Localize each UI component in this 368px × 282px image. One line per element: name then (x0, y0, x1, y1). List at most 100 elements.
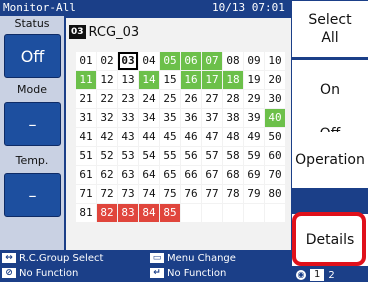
unit-cell[interactable]: 35 (160, 109, 180, 127)
unit-cell[interactable]: 63 (118, 166, 138, 184)
unit-cell[interactable]: 52 (97, 147, 117, 165)
temp-button[interactable]: – (4, 173, 61, 217)
unit-cell[interactable]: 85 (160, 204, 180, 222)
unit-cell[interactable]: 17 (202, 71, 222, 89)
unit-cell[interactable]: 32 (97, 109, 117, 127)
unit-cell[interactable]: 45 (160, 128, 180, 146)
unit-cell[interactable]: 76 (181, 185, 201, 203)
unit-cell[interactable]: 80 (265, 185, 285, 203)
status-button[interactable]: Off (4, 34, 61, 78)
unit-cell[interactable]: 79 (244, 185, 264, 203)
unit-cell[interactable]: 13 (118, 71, 138, 89)
unit-cell[interactable]: 04 (139, 52, 159, 70)
page-other[interactable]: 2 (328, 270, 334, 281)
unit-cell[interactable]: 06 (181, 52, 201, 70)
unit-cell[interactable]: 03 (118, 52, 138, 70)
unit-cell[interactable]: 83 (118, 204, 138, 222)
unit-cell[interactable]: 20 (265, 71, 285, 89)
unit-cell[interactable]: 30 (265, 90, 285, 108)
unit-cell[interactable]: 49 (244, 128, 264, 146)
unit-cell[interactable]: 70 (265, 166, 285, 184)
unit-cell[interactable]: 55 (160, 147, 180, 165)
unit-cell[interactable]: 42 (97, 128, 117, 146)
unit-cell[interactable]: 56 (181, 147, 201, 165)
unit-cell[interactable]: 14 (139, 71, 159, 89)
details-button[interactable]: Details (292, 214, 368, 266)
unit-cell[interactable]: 15 (160, 71, 180, 89)
unit-cell[interactable]: 34 (139, 109, 159, 127)
unit-cell[interactable]: 54 (139, 147, 159, 165)
unit-cell[interactable]: 57 (202, 147, 222, 165)
unit-cell[interactable]: 16 (181, 71, 201, 89)
unit-cell[interactable]: 61 (76, 166, 96, 184)
unit-cell[interactable]: 84 (139, 204, 159, 222)
footer-no-function-1: ⊘ No Function (2, 266, 78, 280)
unit-cell[interactable]: 72 (97, 185, 117, 203)
unit-cell[interactable]: 51 (76, 147, 96, 165)
unit-cell[interactable]: 48 (223, 128, 243, 146)
unit-cell[interactable]: 68 (223, 166, 243, 184)
unit-cell[interactable]: 33 (118, 109, 138, 127)
unit-cell[interactable]: 78 (223, 185, 243, 203)
unit-cell[interactable]: 22 (97, 90, 117, 108)
unit-cell[interactable]: 09 (244, 52, 264, 70)
operation-button[interactable]: Operation (292, 132, 368, 188)
unit-cell[interactable]: 01 (76, 52, 96, 70)
unit-cell[interactable]: 10 (265, 52, 285, 70)
rc-group-header: 03 RCG_03 (69, 23, 139, 41)
unit-cell[interactable]: 08 (223, 52, 243, 70)
unit-cell[interactable]: 66 (181, 166, 201, 184)
unit-cell[interactable]: 39 (244, 109, 264, 127)
footer-bar: ↔ R.C.Group Select ⊘ No Function ▭ Menu … (0, 250, 292, 282)
unit-cell[interactable]: 11 (76, 71, 96, 89)
unit-cell[interactable]: 28 (223, 90, 243, 108)
unit-cell[interactable]: 47 (202, 128, 222, 146)
unit-cell[interactable]: 58 (223, 147, 243, 165)
unit-cell[interactable]: 29 (244, 90, 264, 108)
unit-cell[interactable]: 26 (181, 90, 201, 108)
page-current[interactable]: 1 (310, 269, 325, 281)
unit-cell[interactable]: 50 (265, 128, 285, 146)
unit-cell[interactable]: 81 (76, 204, 96, 222)
unit-cell[interactable]: 07 (202, 52, 222, 70)
unit-cell[interactable]: 27 (202, 90, 222, 108)
mode-button[interactable]: – (4, 102, 61, 146)
unit-cell[interactable]: 05 (160, 52, 180, 70)
unit-cell[interactable]: 21 (76, 90, 96, 108)
unit-cell[interactable]: 37 (202, 109, 222, 127)
unit-cell[interactable]: 59 (244, 147, 264, 165)
unit-cell[interactable]: 73 (118, 185, 138, 203)
unit-cell[interactable]: 65 (160, 166, 180, 184)
unit-cell[interactable]: 46 (181, 128, 201, 146)
header-bar: Monitor-All 10/13 07:01 (0, 0, 291, 16)
unit-cell[interactable]: 23 (118, 90, 138, 108)
unit-cell[interactable]: 62 (97, 166, 117, 184)
rc-group-select-label: R.C.Group Select (19, 252, 104, 264)
unit-cell[interactable]: 82 (97, 204, 117, 222)
unit-cell[interactable]: 75 (160, 185, 180, 203)
unit-cell[interactable]: 18 (223, 71, 243, 89)
unit-cell[interactable]: 19 (244, 71, 264, 89)
unit-cell[interactable]: 24 (139, 90, 159, 108)
select-all-button[interactable]: Select All (292, 1, 368, 57)
unit-cell[interactable]: 69 (244, 166, 264, 184)
unit-cell[interactable]: 64 (139, 166, 159, 184)
unit-cell[interactable]: 67 (202, 166, 222, 184)
unit-cell[interactable]: 44 (139, 128, 159, 146)
unit-cell[interactable]: 74 (139, 185, 159, 203)
unit-cell[interactable]: 38 (223, 109, 243, 127)
unit-cell[interactable]: 60 (265, 147, 285, 165)
footer-menu-change: ▭ Menu Change (150, 251, 236, 265)
unit-cell[interactable]: 02 (97, 52, 117, 70)
unit-cell[interactable]: 53 (118, 147, 138, 165)
unit-cell[interactable]: 36 (181, 109, 201, 127)
unit-cell[interactable]: 40 (265, 109, 285, 127)
unit-cell[interactable]: 77 (202, 185, 222, 203)
unit-cell[interactable]: 71 (76, 185, 96, 203)
unit-cell[interactable]: 25 (160, 90, 180, 108)
unit-cell[interactable]: 31 (76, 109, 96, 127)
unit-cell[interactable]: 43 (118, 128, 138, 146)
unit-cell[interactable]: 41 (76, 128, 96, 146)
screen-title: Monitor-All (3, 1, 76, 14)
unit-cell[interactable]: 12 (97, 71, 117, 89)
